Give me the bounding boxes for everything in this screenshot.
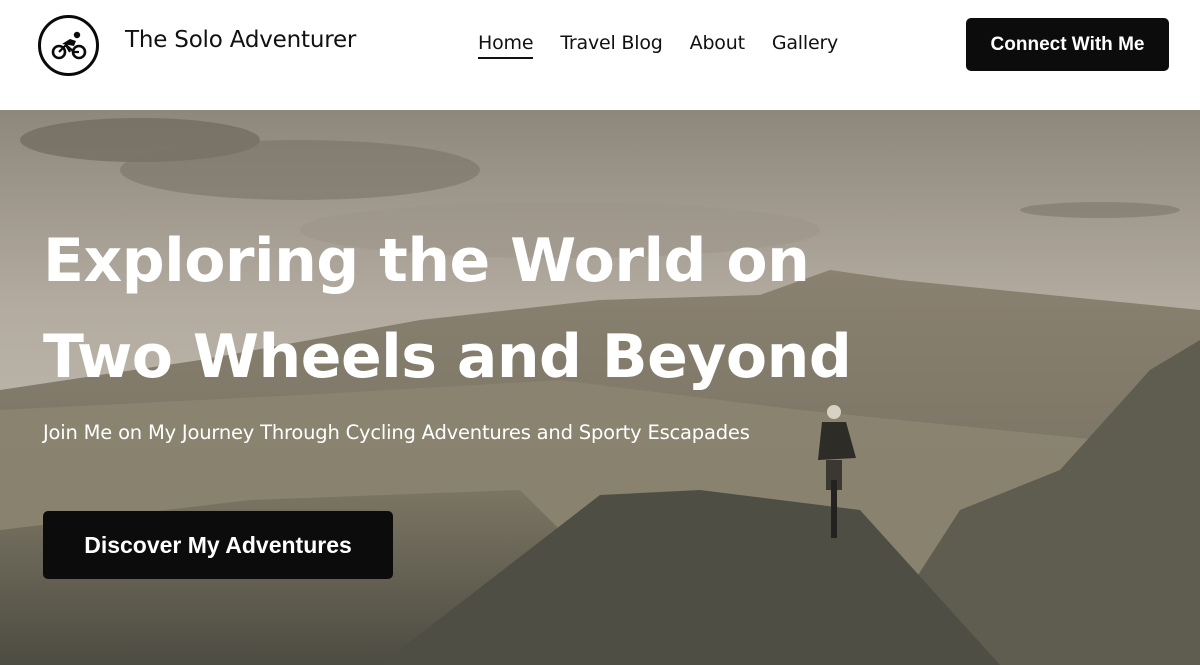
brand-name[interactable]: The Solo Adventurer	[125, 27, 356, 53]
bicycle-rider-icon	[51, 31, 86, 59]
nav-item-home[interactable]: Home	[478, 32, 534, 59]
site-header: The Solo Adventurer Home Travel Blog Abo…	[0, 0, 1200, 110]
nav-item-gallery[interactable]: Gallery	[772, 32, 838, 59]
hero-title: Exploring the World on Two Wheels and Be…	[43, 213, 943, 405]
hero-section: Exploring the World on Two Wheels and Be…	[0, 110, 1200, 665]
discover-my-adventures-button[interactable]: Discover My Adventures	[43, 511, 393, 579]
logo[interactable]	[38, 15, 99, 76]
main-nav: Home Travel Blog About Gallery	[478, 32, 838, 59]
nav-item-about[interactable]: About	[690, 32, 745, 59]
hero-title-line-2: Two Wheels and Beyond	[43, 322, 852, 392]
hero-subtitle: Join Me on My Journey Through Cycling Ad…	[43, 421, 750, 444]
hero-title-line-1: Exploring the World on	[43, 226, 810, 296]
nav-item-travel-blog[interactable]: Travel Blog	[560, 32, 663, 59]
connect-with-me-button[interactable]: Connect With Me	[966, 18, 1169, 71]
